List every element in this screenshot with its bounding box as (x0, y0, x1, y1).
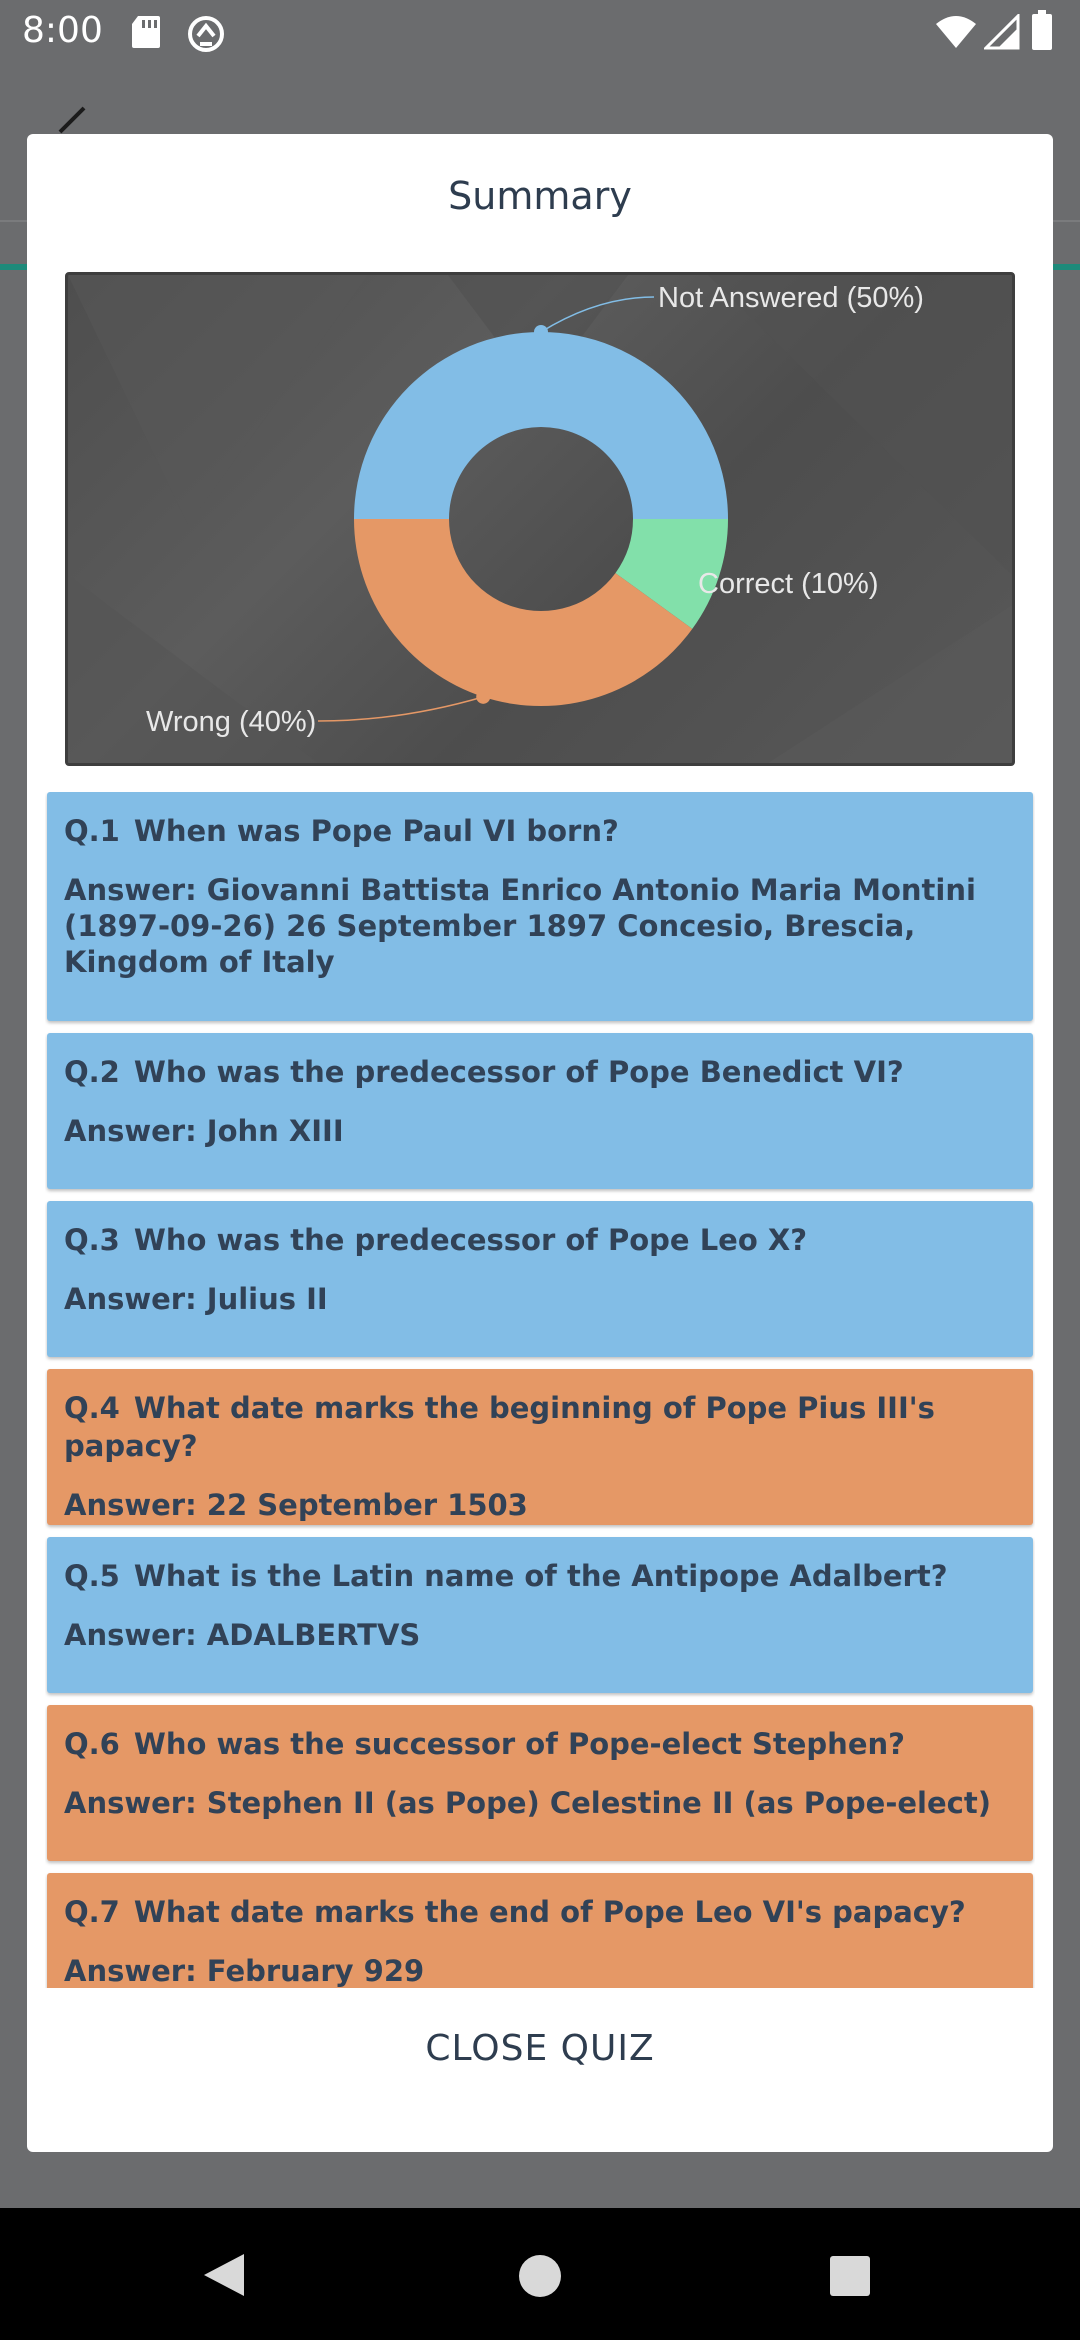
close-quiz-button[interactable]: CLOSE QUIZ (27, 1994, 1053, 2104)
label-leader-line (317, 696, 484, 722)
status-time: 8:00 (22, 10, 103, 51)
question-card[interactable]: Q.4 What date marks the beginning of Pope… (47, 1369, 1033, 1525)
answer-text: Answer: 22 September 1503 (64, 1488, 528, 1522)
question-card[interactable]: Q.2 Who was the predecessor of Pope Bened… (47, 1033, 1033, 1189)
summary-dialog: Summary Not Answered (50%) Correct (10%) W… (27, 134, 1053, 2152)
question-text: When was Pope Paul VI born? (133, 814, 619, 848)
navigation-bar (0, 2208, 1080, 2340)
answer-text: Answer: Stephen II (as Pope) Celestine I… (64, 1786, 991, 1820)
question-card[interactable]: Q.6 Who was the successor of Pope-elect S… (47, 1705, 1033, 1861)
answer-text: Answer: Julius II (64, 1282, 328, 1316)
question-number: Q.2 (64, 1055, 120, 1089)
slice-label: Wrong (40%) (146, 706, 316, 738)
question-number: Q.5 (64, 1559, 120, 1593)
answer-text: Answer: ADALBERTVS (64, 1618, 421, 1652)
wifi-icon (936, 16, 976, 48)
question-card[interactable]: Q.5 What is the Latin name of the Antipop… (47, 1537, 1033, 1693)
background-divider (0, 220, 28, 222)
home-icon[interactable] (518, 2254, 562, 2298)
question-card[interactable]: Q.3 Who was the predecessor of Pope Leo X… (47, 1201, 1033, 1357)
question-number: Q.6 (64, 1727, 120, 1761)
label-marker (476, 689, 491, 704)
question-text: What is the Latin name of the Antipope A… (133, 1559, 948, 1593)
background-tab-indicator (1053, 264, 1080, 270)
slice-label: Correct (10%) (698, 568, 879, 600)
question-number: Q.7 (64, 1895, 120, 1929)
question-text: What date marks the beginning of Pope Pi… (64, 1391, 935, 1463)
answer-text: Answer: Giovanni Battista Enrico Antonio… (64, 873, 976, 979)
slice-not-answered (354, 332, 728, 519)
question-card[interactable]: Q.7 What date marks the end of Pope Leo V… (47, 1873, 1033, 1988)
slice-label: Not Answered (50%) (658, 282, 924, 314)
question-number: Q.3 (64, 1223, 120, 1257)
summary-chart: Not Answered (50%) Correct (10%) Wrong (40… (65, 272, 1015, 766)
question-number: Q.4 (64, 1391, 120, 1425)
donut-chart: Not Answered (50%) Correct (10%) Wrong (40… (68, 275, 1012, 763)
question-text: Who was the successor of Pope-elect Step… (133, 1727, 905, 1761)
back-icon[interactable] (200, 2252, 250, 2298)
signal-icon (984, 14, 1020, 50)
sd-card-icon (132, 16, 160, 48)
question-text: Who was the predecessor of Pope Benedict… (133, 1055, 904, 1089)
dialog-title: Summary (448, 174, 632, 218)
battery-icon (1032, 10, 1052, 50)
background-tab-indicator (0, 264, 28, 270)
question-list[interactable]: Q.1 When was Pope Paul VI born? Answer: G… (45, 792, 1035, 1988)
recents-icon[interactable] (828, 2254, 872, 2298)
question-card[interactable]: Q.1 When was Pope Paul VI born? Answer: G… (47, 792, 1033, 1021)
question-number: Q.1 (64, 814, 120, 848)
question-text: What date marks the end of Pope Leo VI's… (133, 1895, 966, 1929)
question-text: Who was the predecessor of Pope Leo X? (133, 1223, 808, 1257)
background-divider (1053, 220, 1080, 222)
answer-text: Answer: February 929 (64, 1954, 425, 1988)
status-bar: 8:00 (0, 0, 1080, 66)
sync-icon (188, 16, 224, 52)
answer-text: Answer: John XIII (64, 1114, 344, 1148)
back-arrow-icon (58, 106, 86, 134)
